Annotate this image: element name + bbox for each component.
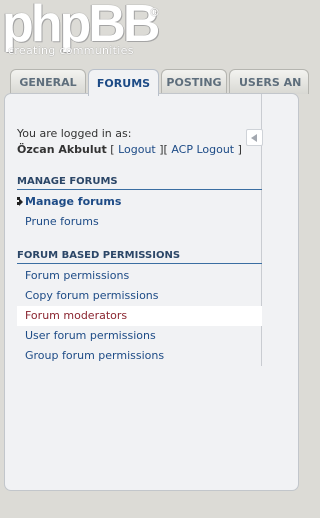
acp-logout-link[interactable]: ACP Logout	[171, 143, 234, 156]
tab-forums[interactable]: FORUMS	[88, 69, 159, 96]
menu-item-forum-moderators[interactable]: Forum moderators	[17, 306, 262, 326]
bracket-open: [	[106, 143, 119, 156]
side-menu: You are logged in as: Özcan Akbulut [ Lo…	[5, 94, 262, 366]
menu-item-manage-forums[interactable]: Manage forums	[17, 192, 262, 212]
collapse-menu-icon[interactable]	[246, 129, 263, 146]
bracket-close: ]	[234, 143, 242, 156]
content-panel: You are logged in as: Özcan Akbulut [ Lo…	[4, 93, 299, 491]
tab-users[interactable]: USERS AN	[229, 69, 309, 94]
tab-bar: GENERAL FORUMS POSTING USERS AN	[10, 69, 309, 96]
login-label: You are logged in as:	[17, 127, 132, 140]
menu-item-forum-permissions[interactable]: Forum permissions	[17, 266, 262, 286]
bracket-mid: ][	[155, 143, 172, 156]
current-arrow-icon	[19, 198, 23, 206]
registered-mark: ®	[149, 6, 160, 19]
section-forum-permissions: FORUM BASED PERMISSIONS	[17, 250, 262, 264]
tab-general[interactable]: GENERAL	[10, 69, 86, 94]
menu-item-group-forum-permissions[interactable]: Group forum permissions	[17, 346, 262, 366]
menu-item-copy-forum-permissions[interactable]: Copy forum permissions	[17, 286, 262, 306]
username: Özcan Akbulut	[17, 143, 107, 156]
phpbb-logo: phpBB ® creating communities	[2, 0, 162, 58]
menu-item-user-forum-permissions[interactable]: User forum permissions	[17, 326, 262, 346]
menu-item-prune-forums[interactable]: Prune forums	[17, 212, 262, 232]
logo-tagline: creating communities	[8, 44, 134, 57]
logout-link[interactable]: Logout	[118, 143, 156, 156]
login-info: Özcan Akbulut [ Logout ][ ACP Logout ]	[17, 143, 242, 156]
menu-item-label: Manage forums	[25, 195, 122, 208]
tab-posting[interactable]: POSTING	[161, 69, 227, 94]
section-manage-forums: MANAGE FORUMS	[17, 176, 262, 190]
